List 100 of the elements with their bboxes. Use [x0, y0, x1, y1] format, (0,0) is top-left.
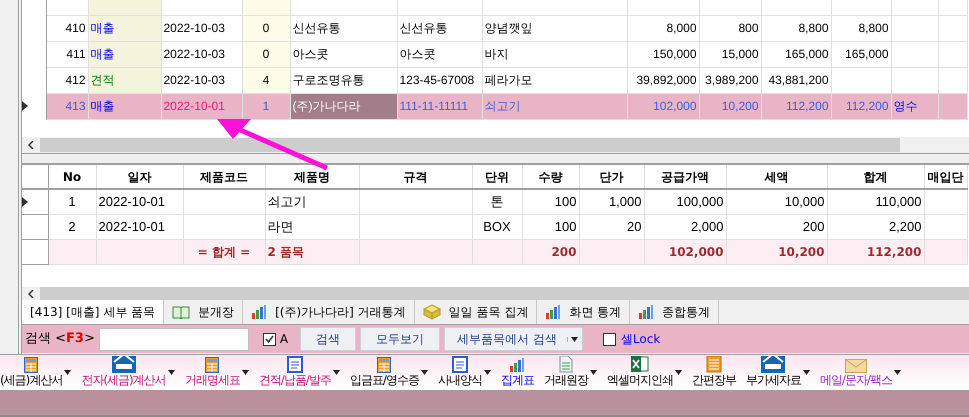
- toolbar-button[interactable]: 간편장부: [692, 356, 736, 388]
- table-cell: 신선유통: [290, 15, 397, 41]
- table-cell: 라면: [265, 214, 359, 239]
- table-cell: 112,200: [827, 239, 924, 264]
- row-pointer-icon: [22, 101, 28, 111]
- table-cell: 200: [726, 214, 827, 239]
- table-cell: 10,000: [726, 189, 827, 214]
- item-count: 2 품목: [265, 239, 359, 264]
- bar-chart-icon: [251, 304, 268, 320]
- checkbox[interactable]: [262, 332, 276, 346]
- table-cell: 15,000: [699, 41, 761, 67]
- row-pointer-icon: [22, 196, 28, 207]
- table-cell: 10,200: [699, 93, 761, 119]
- scroll-left-icon[interactable]: [28, 141, 34, 149]
- toolbar-button[interactable]: 견적/납품/발주: [258, 356, 340, 388]
- table-cell: 413: [46, 93, 88, 119]
- column-header[interactable]: 합계: [827, 165, 924, 189]
- caret-icon: [168, 370, 175, 375]
- table-cell: 8,800: [761, 15, 831, 41]
- table-cell: 2022-10-01: [96, 189, 183, 214]
- table-cell: 0: [242, 15, 290, 41]
- column-header[interactable]: 일자: [96, 165, 183, 189]
- scope-dropdown[interactable]: 세부품목에서 검색: [444, 327, 583, 351]
- search-field[interactable]: [98, 328, 249, 350]
- toolbar-button[interactable]: 입금표/영수증: [350, 356, 428, 388]
- table-cell: 견적: [88, 67, 161, 93]
- table-cell: 2022-10-01: [96, 214, 183, 239]
- bar-chart-icon: [545, 304, 562, 320]
- table-cell: 43,881,200: [761, 67, 831, 93]
- table-cell: 톤: [472, 189, 522, 214]
- table-cell: 매출: [88, 41, 161, 67]
- table-cell: 0: [242, 41, 290, 67]
- toolbar-button[interactable]: (세금)계산서: [0, 356, 72, 388]
- table-cell: 110,000: [827, 189, 924, 214]
- table-cell: 페라가모: [482, 67, 627, 93]
- table-cell: 200: [522, 239, 579, 264]
- table-cell: [831, 67, 891, 93]
- column-header[interactable]: 단위: [472, 165, 522, 189]
- column-header[interactable]: 세액: [726, 165, 827, 189]
- table-cell: 411: [46, 41, 88, 67]
- column-header[interactable]: 단가: [579, 165, 644, 189]
- caret-icon: [484, 370, 491, 375]
- caret-icon: [64, 370, 72, 375]
- horizontal-scrollbar[interactable]: [22, 287, 969, 300]
- table-cell: 2022-10-03: [161, 15, 242, 41]
- table-cell: 1,000: [579, 189, 644, 214]
- column-header[interactable]: 공급가액: [644, 165, 726, 189]
- caret-icon: [674, 370, 682, 375]
- toolbar-button[interactable]: 전자(세금)계산서: [81, 356, 175, 388]
- search-button[interactable]: 모두보기: [360, 327, 440, 351]
- table-cell: 410: [46, 15, 88, 41]
- table-cell: 165,000: [831, 41, 891, 67]
- table-cell: 111-11-11111: [397, 93, 482, 119]
- checkbox-label: 셀Lock: [620, 331, 660, 348]
- checkbox-label: A: [280, 331, 288, 348]
- table-cell: 매출: [88, 15, 161, 41]
- table-cell: 쇠고기: [265, 189, 359, 214]
- table-cell: 100: [522, 189, 579, 214]
- caret-icon: [894, 370, 901, 375]
- table-cell: (주)가나다라: [290, 93, 397, 119]
- toolbar-button[interactable]: 사내양식: [438, 356, 491, 388]
- toolbar-button[interactable]: 집계표: [500, 356, 534, 388]
- column-header[interactable]: 제품명: [265, 165, 359, 189]
- spreadsheet-icon: [205, 357, 220, 373]
- caret-icon: [332, 370, 340, 375]
- table-cell: 165,000: [761, 41, 831, 67]
- table-cell: BOX: [472, 214, 522, 239]
- table-cell: 아스콧: [290, 41, 397, 67]
- checkbox[interactable]: [602, 332, 616, 346]
- table-cell: 8,800: [831, 15, 891, 41]
- ledger-icon: [706, 356, 722, 373]
- table-cell: 4: [242, 67, 290, 93]
- total-label: = 합계 =: [183, 239, 265, 264]
- house-logo-icon: [112, 356, 136, 373]
- book-icon: [172, 305, 190, 319]
- toolbar-button[interactable]: 거래명세표: [184, 356, 249, 388]
- table-cell: 102,000: [644, 239, 726, 264]
- spreadsheet-icon: [24, 357, 38, 373]
- table-cell: 2022-10-01: [161, 93, 242, 119]
- toolbar-button[interactable]: 메일/문자/팩스: [820, 356, 901, 388]
- spreadsheet-icon: [377, 357, 392, 373]
- toolbar-button[interactable]: 엑셀머지인쇄: [606, 356, 682, 388]
- column-header[interactable]: 수량: [522, 165, 579, 189]
- table-cell: 412: [46, 67, 88, 93]
- table-cell: 2022-10-03: [161, 41, 242, 67]
- table-cell: 2,200: [827, 214, 924, 239]
- column-header[interactable]: No: [48, 165, 96, 189]
- column-header[interactable]: 규격: [359, 165, 472, 189]
- search-button[interactable]: 검색: [300, 327, 356, 351]
- scroll-left-icon[interactable]: [28, 290, 34, 298]
- bar-chart-icon: [638, 304, 654, 320]
- toolbar-button[interactable]: 거래원장: [544, 356, 597, 388]
- tab[interactable]: [413] [매출] 세부 품목: [22, 300, 164, 324]
- column-header[interactable]: 제품코드: [183, 165, 265, 189]
- table-cell: 8,000: [627, 15, 699, 41]
- table-cell: 1: [242, 93, 290, 119]
- table-cell: 구로조명유통: [290, 67, 397, 93]
- search-label: 검색 <F3>: [25, 330, 95, 348]
- toolbar-button[interactable]: 부가세자료: [746, 356, 810, 388]
- column-header[interactable]: 매입단: [924, 165, 967, 189]
